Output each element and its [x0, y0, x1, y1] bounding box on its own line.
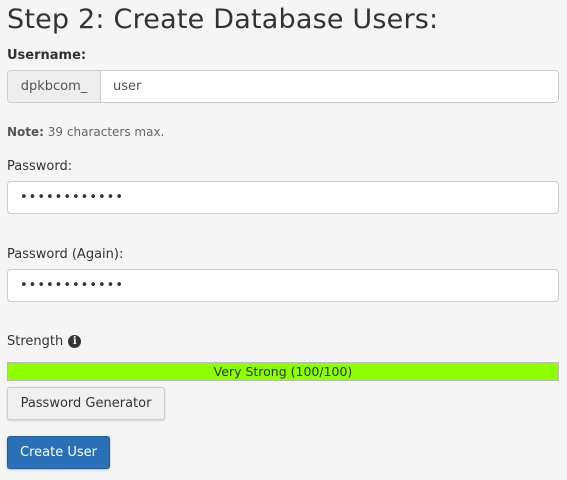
note-label: Note: — [7, 125, 44, 139]
strength-row: Strength i — [7, 334, 82, 349]
username-input-group: dpkbcom_ — [7, 70, 559, 103]
strength-meter-text: Very Strong (100/100) — [213, 364, 353, 379]
password-again-input[interactable] — [7, 269, 559, 302]
username-prefix: dpkbcom_ — [8, 71, 101, 102]
password-generator-button[interactable]: Password Generator — [7, 387, 165, 420]
password-strength-meter: Very Strong (100/100) — [7, 362, 559, 381]
username-input[interactable] — [101, 71, 558, 102]
password-again-label: Password (Again): — [7, 247, 124, 262]
create-user-button[interactable]: Create User — [7, 436, 110, 469]
info-circle-icon[interactable]: i — [68, 335, 82, 348]
strength-label: Strength — [7, 334, 64, 349]
note-message: 39 characters max. — [47, 125, 165, 139]
password-input[interactable] — [7, 181, 559, 214]
password-label: Password: — [7, 159, 73, 174]
username-label: Username: — [7, 48, 87, 63]
note-text: Note: 39 characters max. — [7, 125, 164, 139]
page-title: Step 2: Create Database Users: — [7, 4, 439, 35]
